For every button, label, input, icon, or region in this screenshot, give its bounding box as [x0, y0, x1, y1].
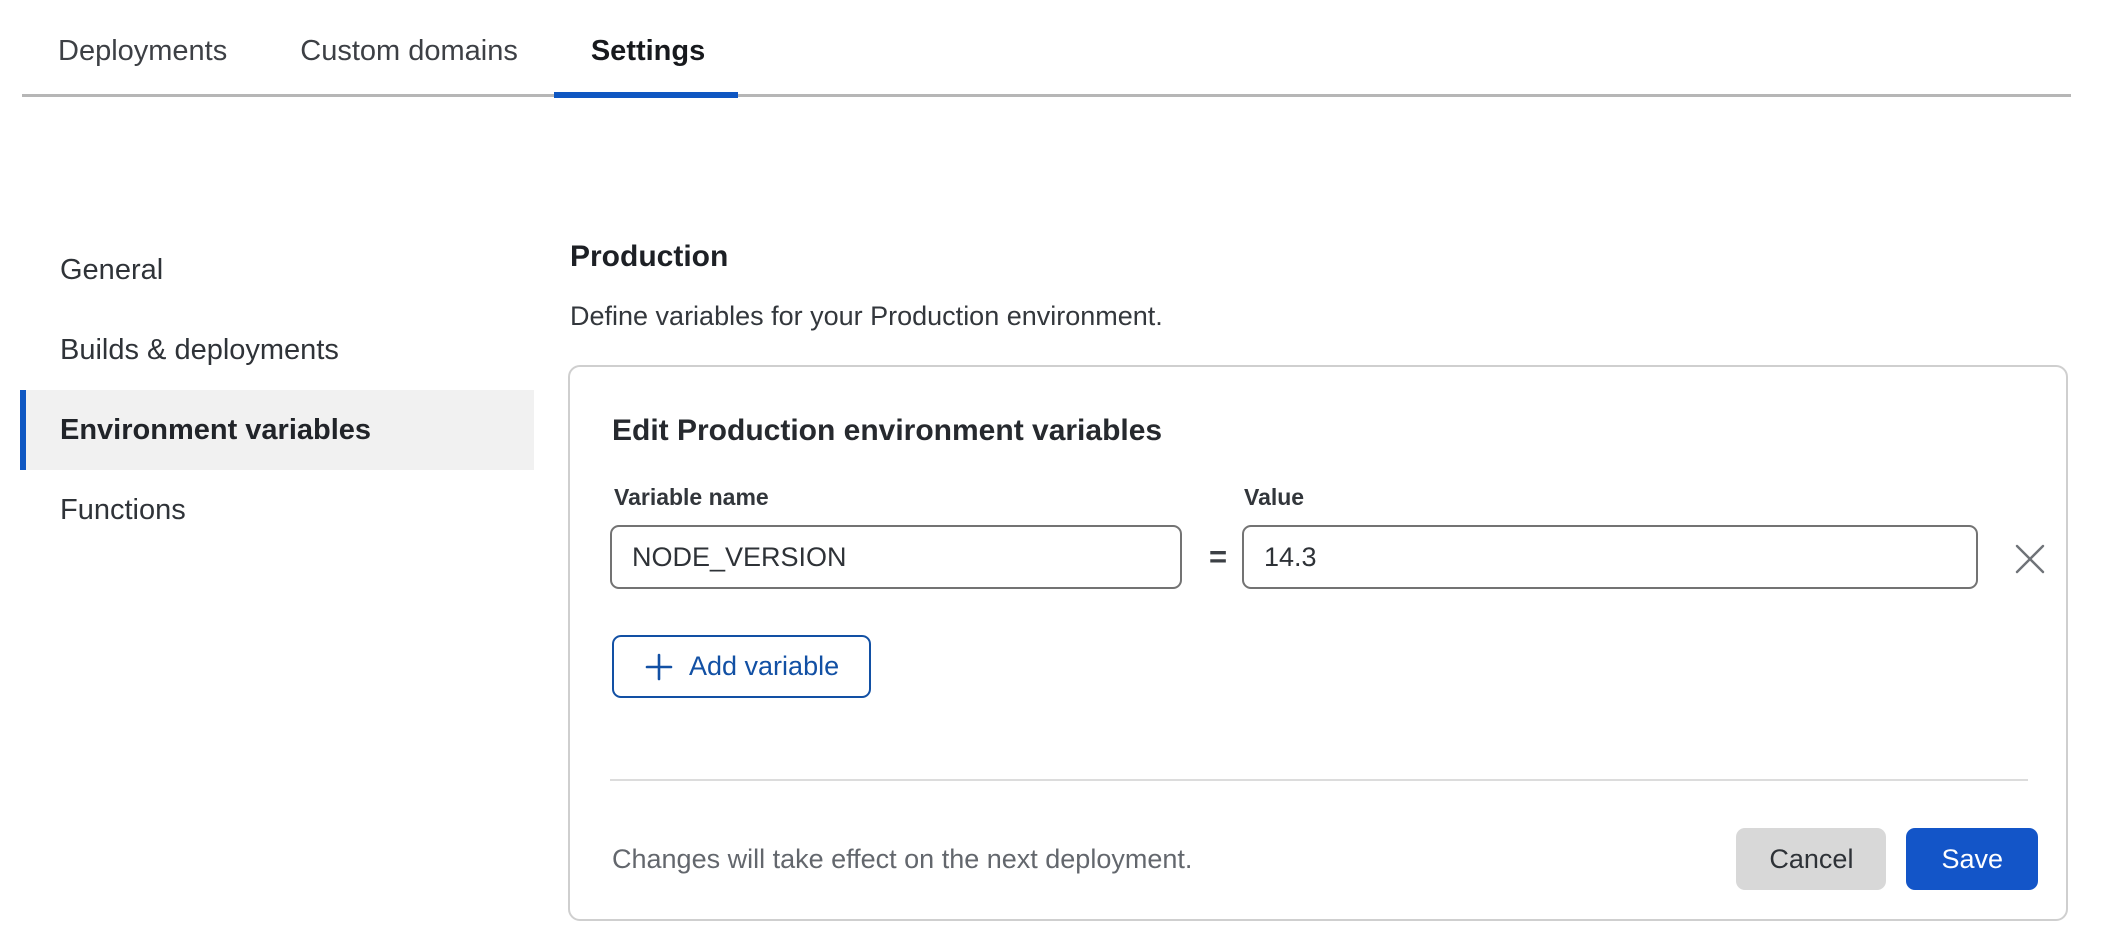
tab-bar: Deployments Custom domains Settings: [22, 0, 2071, 97]
save-button[interactable]: Save: [1906, 828, 2038, 890]
close-icon: [2011, 540, 2049, 578]
add-variable-label: Add variable: [689, 651, 839, 682]
equals-sign: =: [1196, 525, 1240, 589]
sidebar-item-functions[interactable]: Functions: [20, 470, 534, 550]
cancel-button[interactable]: Cancel: [1736, 828, 1886, 890]
footer-note: Changes will take effect on the next dep…: [612, 844, 1736, 875]
environment-variables-card: Edit Production environment variables Va…: [568, 365, 2068, 921]
section-subtitle: Define variables for your Production env…: [570, 301, 1163, 331]
settings-page: Deployments Custom domains Settings Gene…: [0, 0, 2121, 948]
add-variable-button[interactable]: Add variable: [612, 635, 871, 698]
variable-name-label: Variable name: [614, 485, 769, 510]
settings-sidebar: General Builds & deployments Environment…: [20, 230, 534, 550]
card-title: Edit Production environment variables: [612, 415, 1162, 447]
sidebar-item-environment-variables[interactable]: Environment variables: [20, 390, 534, 470]
card-divider: [610, 779, 2028, 781]
value-label: Value: [1244, 485, 1304, 510]
remove-variable-button[interactable]: [2008, 537, 2052, 581]
sidebar-item-builds-deployments[interactable]: Builds & deployments: [20, 310, 534, 390]
tab-deployments[interactable]: Deployments: [58, 0, 227, 94]
tab-custom-domains[interactable]: Custom domains: [300, 0, 518, 94]
sidebar-item-general[interactable]: General: [20, 230, 534, 310]
plus-icon: [644, 652, 674, 682]
section-heading: Production: [570, 241, 728, 273]
tab-settings[interactable]: Settings: [591, 0, 705, 94]
variable-name-input[interactable]: [610, 525, 1182, 589]
card-footer: Changes will take effect on the next dep…: [612, 827, 2038, 891]
variable-value-input[interactable]: [1242, 525, 1978, 589]
